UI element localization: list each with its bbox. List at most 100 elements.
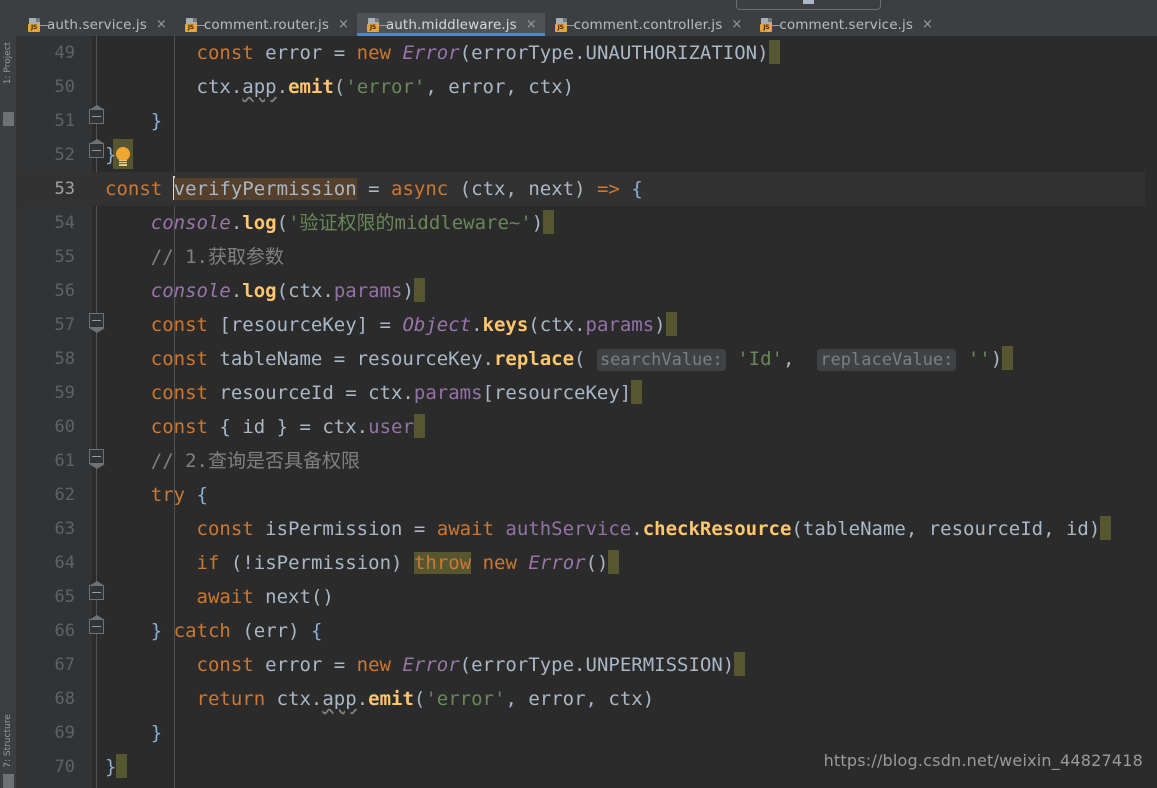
js-file-icon: JS [366, 17, 387, 32]
line-number: 58 [54, 349, 75, 369]
editor-tab-bar: JS auth.service.js × JS comment.router.j… [0, 13, 1157, 36]
line-number: 54 [54, 213, 75, 233]
code-line[interactable]: 63 const isPermission = await authServic… [17, 512, 1157, 546]
tool-stripe-marker-bottom [3, 774, 14, 788]
line-content: return ctx.app.emit('error', error, ctx) [196, 688, 655, 710]
code-line[interactable]: 64 if (!isPermission) throw new Error() [17, 546, 1157, 580]
line-content: if (!isPermission) throw new Error() [105, 546, 620, 580]
code-line[interactable]: 67 const error = new Error(errorType.UNP… [17, 648, 1157, 682]
code-lines: 49 const error = new Error(errorType.UNA… [17, 36, 1157, 784]
code-line[interactable]: 69 } [17, 716, 1157, 750]
line-content: try { [150, 484, 208, 506]
js-file-icon: JS [184, 17, 205, 32]
js-file-icon: JS [760, 17, 781, 32]
toolbar-widget[interactable] [736, 0, 881, 10]
line-number: 65 [54, 587, 75, 607]
close-icon[interactable]: × [338, 18, 349, 31]
editor-tab-label: comment.service.js [779, 16, 913, 33]
line-number: 62 [54, 485, 75, 505]
line-number: 56 [54, 281, 75, 301]
ide-window: JS auth.service.js × JS comment.router.j… [0, 0, 1157, 788]
line-content: await next() [196, 586, 334, 608]
code-line-current[interactable]: 53 const verifyPermission = async (ctx, … [17, 172, 1157, 206]
line-content: } [105, 750, 128, 784]
line-content: const { id } = ctx.user [105, 410, 425, 444]
code-line[interactable]: 65 await next() [17, 580, 1157, 614]
close-icon[interactable]: × [922, 18, 933, 31]
line-content: const [resourceKey] = Object.keys(ctx.pa… [105, 308, 677, 342]
line-content: const tableName = resourceKey.replace( s… [105, 342, 1014, 377]
code-line[interactable]: 57 const [resourceKey] = Object.keys(ctx… [17, 308, 1157, 342]
js-badge-label: JS [366, 23, 379, 32]
editor-tab-label: comment.router.js [203, 16, 329, 33]
code-line[interactable]: 56 console.log(ctx.params) [17, 274, 1157, 308]
js-badge-label: JS [760, 23, 773, 32]
line-number: 49 [54, 43, 75, 63]
line-number: 68 [54, 689, 75, 709]
tool-stripe-marker-top [3, 112, 14, 126]
inline-param-hint-replace: replaceValue: [817, 349, 957, 371]
js-file-icon: JS [554, 17, 575, 32]
line-number: 64 [54, 553, 75, 573]
line-number: 52 [54, 145, 75, 165]
code-line[interactable]: 60 const { id } = ctx.user [17, 410, 1157, 444]
line-number: 70 [54, 757, 75, 777]
line-number: 57 [54, 315, 75, 335]
line-content: console.log(ctx.params) [105, 274, 425, 308]
js-badge-label: JS [184, 23, 197, 32]
code-editor[interactable]: 49 const error = new Error(errorType.UNA… [17, 36, 1157, 788]
line-number: 61 [54, 451, 75, 471]
code-line[interactable]: 58 const tableName = resourceKey.replace… [17, 342, 1157, 376]
line-number: 63 [54, 519, 75, 539]
editor-marker-gutter[interactable] [1145, 72, 1157, 788]
line-number: 66 [54, 621, 75, 641]
toolbar-widget-glyph [803, 0, 814, 4]
code-line[interactable]: 51 } [17, 104, 1157, 138]
tool-stripe-project-label[interactable]: 1: Project [3, 33, 13, 93]
close-icon[interactable]: × [156, 18, 167, 31]
editor-tab-comment-service[interactable]: JS comment.service.js × [750, 13, 941, 36]
code-line[interactable]: 59 const resourceId = ctx.params[resourc… [17, 376, 1157, 410]
code-line[interactable]: 49 const error = new Error(errorType.UNA… [17, 36, 1157, 70]
code-line[interactable]: 52 } [17, 138, 1157, 172]
editor-tab-label: auth.middleware.js [385, 16, 517, 33]
line-number: 55 [54, 247, 75, 267]
line-number: 51 [54, 111, 75, 131]
code-line[interactable]: 62 try { [17, 478, 1157, 512]
js-file-icon: JS [28, 17, 48, 32]
code-line[interactable]: 50 ctx.app.emit('error', error, ctx) [17, 70, 1157, 104]
toolbar-strip [0, 0, 1157, 13]
code-line[interactable]: 66 } catch (err) { [17, 614, 1157, 648]
editor-tab-auth-middleware[interactable]: JS auth.middleware.js × [356, 13, 545, 36]
js-badge-label: JS [28, 23, 40, 32]
line-content: } [150, 722, 163, 744]
line-number: 50 [54, 77, 75, 97]
line-content: const resourceId = ctx.params[resourceKe… [105, 376, 643, 410]
code-line[interactable]: 54 console.log('验证权限的middleware~') [17, 206, 1157, 240]
line-number: 60 [54, 417, 75, 437]
editor-tab-auth-service[interactable]: JS auth.service.js × [18, 13, 175, 36]
line-content: // 2.查询是否具备权限 [150, 450, 360, 472]
editor-tab-comment-router[interactable]: JS comment.router.js × [175, 13, 357, 36]
js-badge-label: JS [554, 23, 567, 32]
line-content: ctx.app.emit('error', error, ctx) [105, 76, 575, 98]
line-content: const isPermission = await authService.c… [105, 512, 1112, 546]
line-number: 53 [54, 179, 75, 199]
code-line[interactable]: 55 // 1.获取参数 [17, 240, 1157, 274]
line-number: 69 [54, 723, 75, 743]
watermark-text: https://blog.csdn.net/weixin_44827418 [823, 751, 1143, 770]
close-icon[interactable]: × [526, 18, 537, 31]
editor-tab-label: auth.service.js [47, 16, 147, 33]
line-content: console.log('验证权限的middleware~') [105, 206, 555, 240]
inline-param-hint-search: searchValue: [596, 349, 726, 371]
editor-tab-label: comment.controller.js [573, 16, 723, 33]
line-content: const error = new Error(errorType.UNPERM… [105, 648, 746, 682]
close-icon[interactable]: × [731, 18, 742, 31]
line-content: } [105, 144, 117, 166]
code-line[interactable]: 68 return ctx.app.emit('error', error, c… [17, 682, 1157, 716]
line-content: const error = new Error(errorType.UNAUTH… [105, 36, 780, 70]
line-number: 67 [54, 655, 75, 675]
editor-tab-comment-controller[interactable]: JS comment.controller.js × [545, 13, 751, 36]
code-line[interactable]: 61 // 2.查询是否具备权限 [17, 444, 1157, 478]
tool-stripe-structure-label[interactable]: 7: Structure [3, 711, 13, 771]
